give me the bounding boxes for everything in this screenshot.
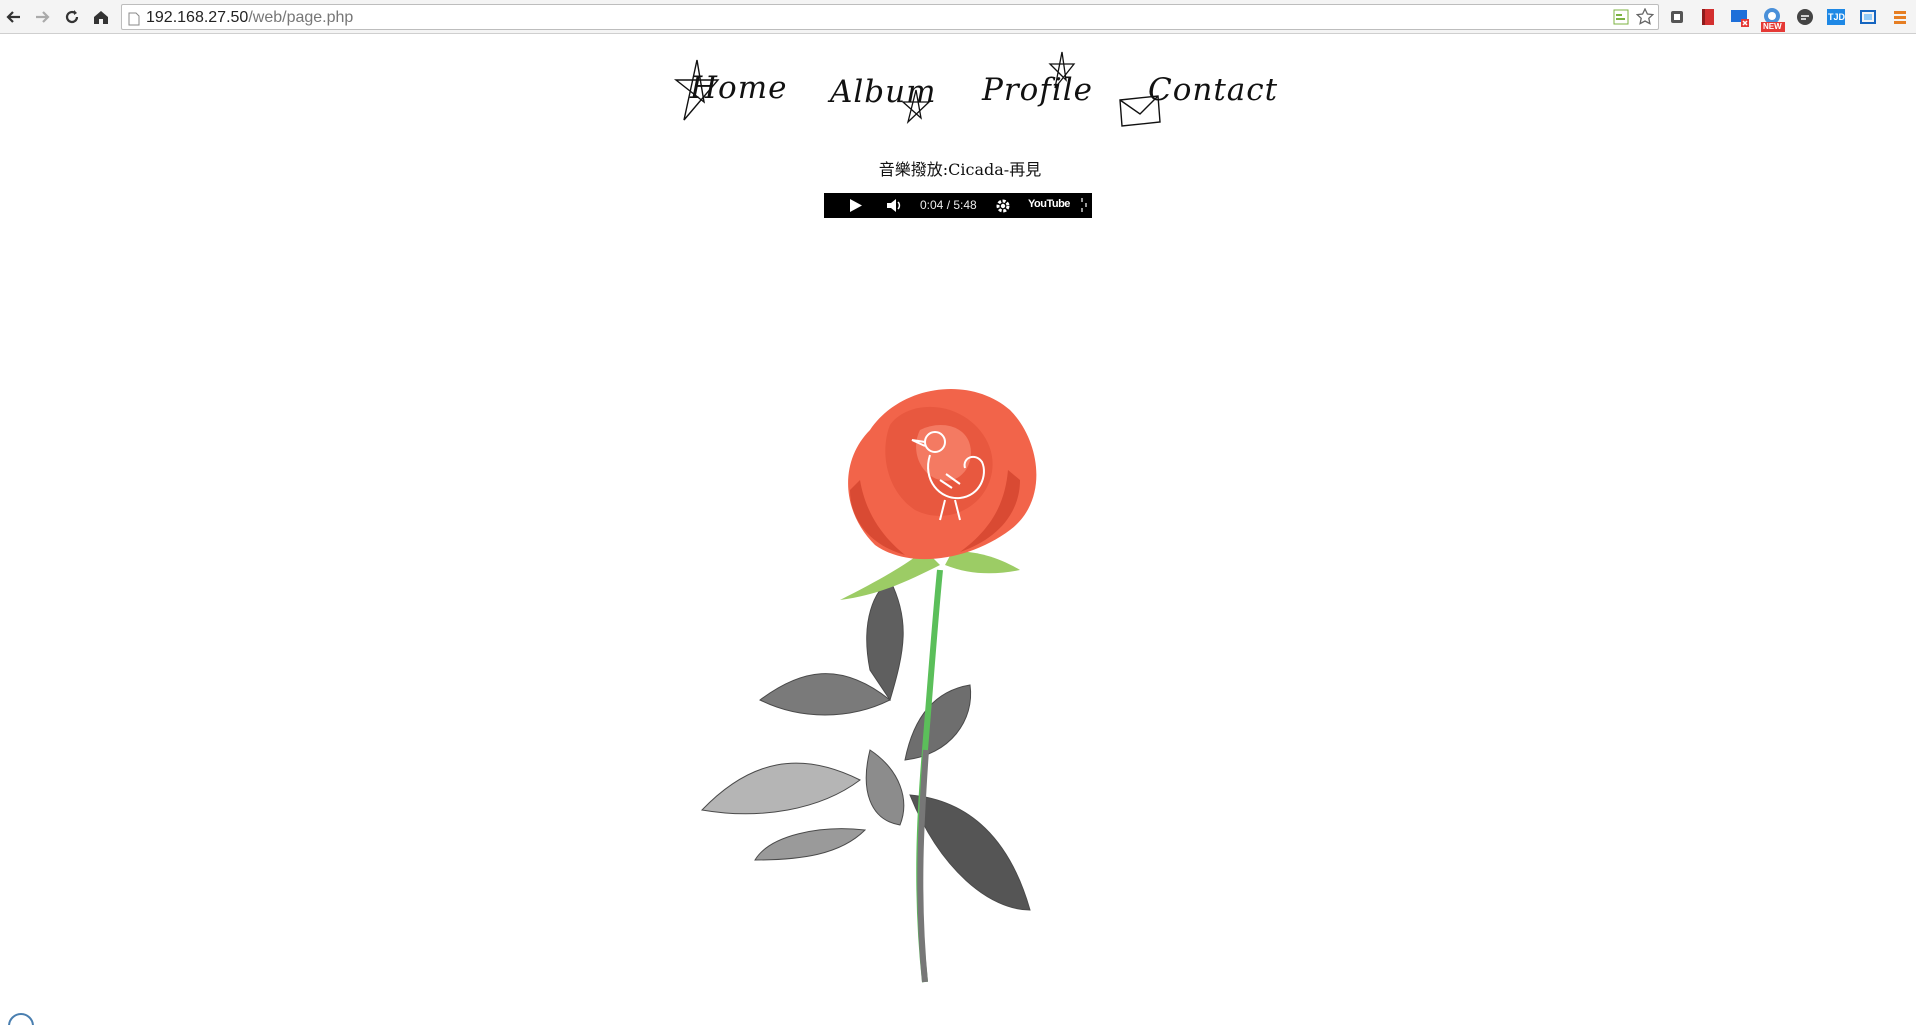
rose-bloom — [848, 388, 1037, 560]
new-badge-icon[interactable]: NEW — [1759, 7, 1785, 32]
url-path: /web/page.php — [248, 9, 354, 26]
youtube-logo[interactable]: YouTube — [1028, 198, 1070, 210]
nav-contact[interactable]: Contact — [1119, 72, 1279, 127]
tjd-label: TJD — [1828, 12, 1846, 22]
window-icon[interactable] — [1858, 7, 1878, 27]
tjd-icon[interactable]: TJD — [1826, 7, 1846, 27]
volume-icon[interactable] — [886, 198, 904, 217]
corner-circle-icon — [6, 1010, 36, 1029]
nav-album[interactable]: Album — [830, 74, 937, 124]
home-icon[interactable] — [91, 7, 111, 27]
nav-profile[interactable]: Profile — [982, 51, 1093, 108]
url-host: 192.168.27.50 — [146, 9, 249, 26]
youtube-player[interactable]: 0:04 / 5:48 YouTube — [824, 193, 1092, 218]
rss-icon[interactable] — [1612, 8, 1630, 30]
music-label: 音樂撥放:Cicada-再見 — [878, 160, 1042, 179]
new-badge-label: NEW — [1763, 22, 1782, 31]
rose-image — [700, 388, 1037, 983]
browser-toolbar: 192.168.27.50/web/page.php NEW TJD — [0, 0, 1916, 34]
url-text[interactable]: 192.168.27.50/web/page.php — [146, 9, 353, 27]
pocket-icon[interactable] — [1667, 7, 1687, 27]
nav-home[interactable]: Home — [673, 59, 787, 121]
menu-icon[interactable] — [1890, 7, 1910, 27]
star-scribble-icon — [673, 59, 720, 121]
player-time: 0:04 / 5:48 — [920, 198, 977, 212]
settings-icon[interactable] — [994, 197, 1012, 219]
nav-contact-label: Contact — [1148, 72, 1279, 108]
envelope-icon — [1119, 95, 1161, 127]
bookmark-red-icon[interactable] — [1698, 7, 1718, 27]
leaves — [700, 579, 1031, 911]
address-bar[interactable]: 192.168.27.50/web/page.php — [121, 4, 1659, 30]
chat-icon[interactable] — [1795, 7, 1815, 27]
play-icon[interactable] — [849, 198, 863, 217]
main-nav: Home Album Profile Contact — [660, 50, 1277, 140]
page-icon — [128, 11, 140, 30]
fullscreen-icon[interactable] — [1080, 197, 1088, 217]
star-icon[interactable] — [1635, 7, 1655, 30]
screen-icon[interactable] — [1729, 7, 1749, 27]
star-scribble-icon — [901, 89, 931, 124]
star-scribble-icon — [1048, 51, 1076, 89]
forward-icon[interactable] — [32, 7, 52, 27]
back-icon[interactable] — [4, 7, 24, 27]
reload-icon[interactable] — [62, 7, 82, 27]
